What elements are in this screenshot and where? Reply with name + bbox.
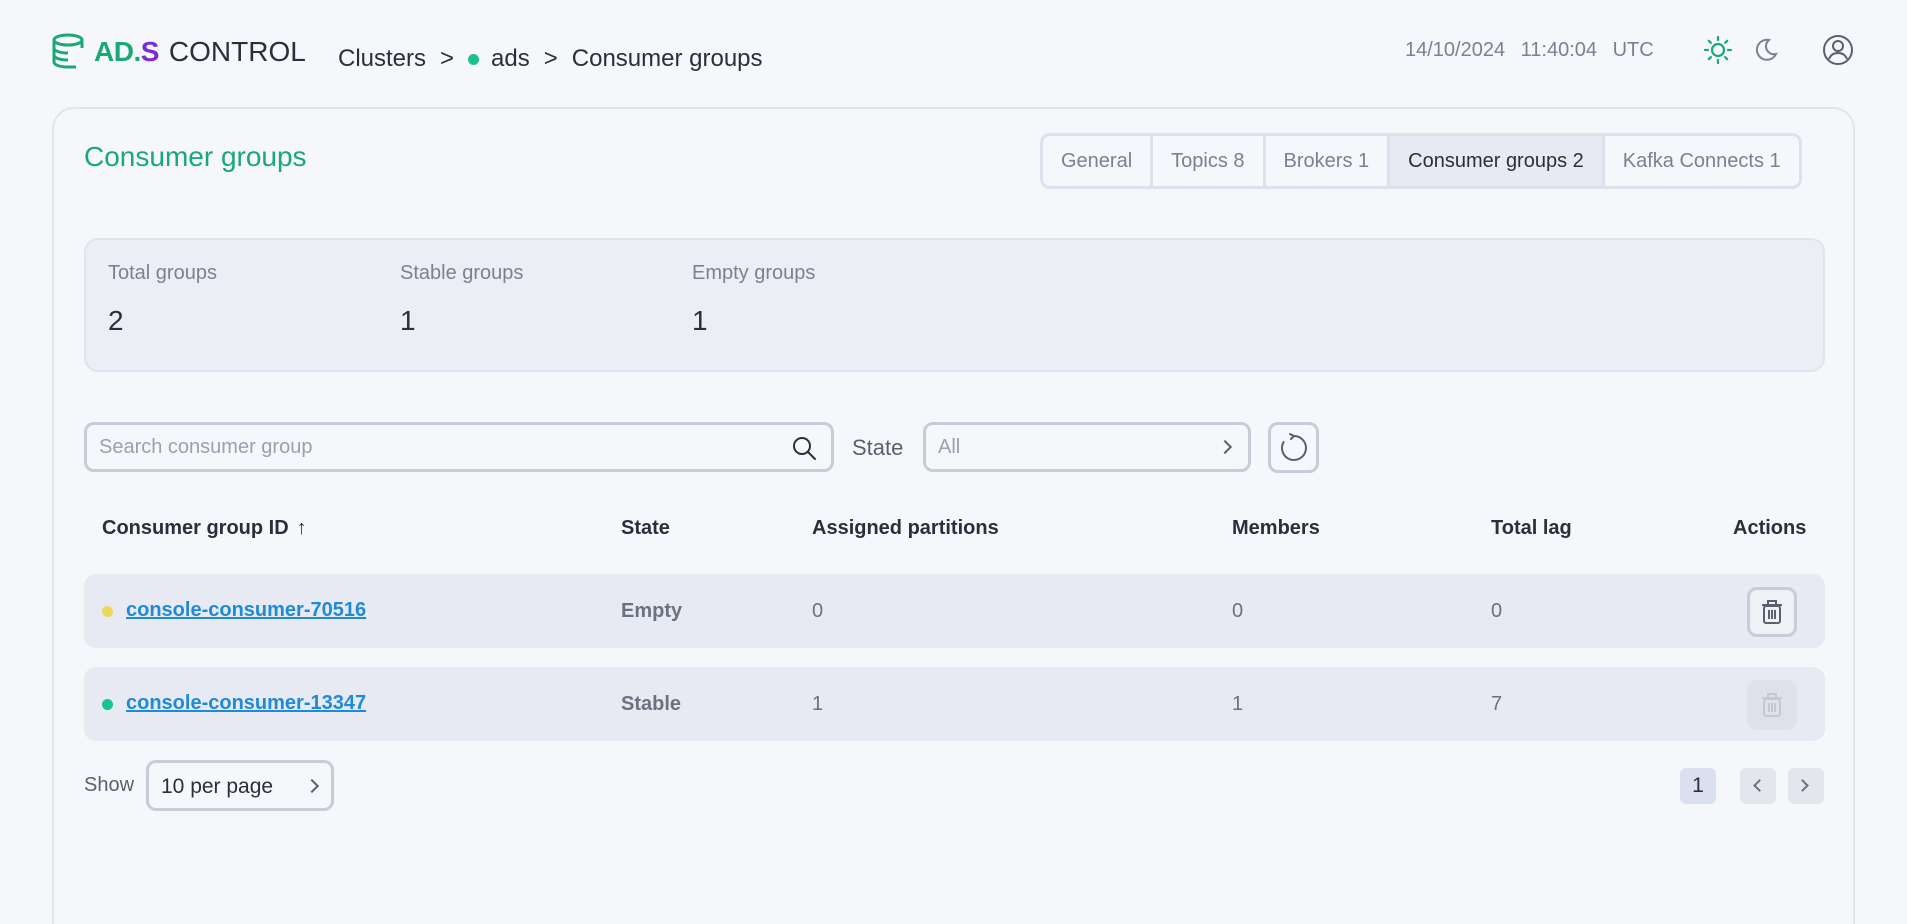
row-total-lag: 0 — [1491, 600, 1503, 622]
tab-brokers[interactable]: Brokers 1 — [1266, 136, 1391, 186]
tab-topics[interactable]: Topics 8 — [1153, 136, 1266, 186]
column-header-assigned-partitions: Assigned partitions — [812, 517, 999, 539]
search-box — [84, 422, 834, 472]
breadcrumb-current: Consumer groups — [571, 45, 763, 72]
delete-button-disabled — [1747, 680, 1797, 730]
pagination-next-button[interactable] — [1788, 768, 1824, 804]
state-filter-select[interactable]: All — [923, 422, 1251, 472]
trash-icon — [1762, 600, 1782, 624]
logo-control: CONTROL — [168, 36, 306, 67]
table-row: console-consumer-13347 Stable 1 1 7 — [84, 667, 1825, 741]
consumer-group-link[interactable]: console-consumer-70516 — [126, 599, 366, 622]
app-header: AD. S CONTROL Clusters > ads > Consumer gr… — [0, 0, 1907, 106]
tab-kafka-connects[interactable]: Kafka Connects 1 — [1605, 136, 1799, 186]
breadcrumb-separator: > — [440, 45, 455, 72]
consumer-group-link[interactable]: console-consumer-13347 — [126, 692, 366, 715]
row-assigned-partitions: 1 — [812, 693, 824, 715]
per-page-value: 10 per page — [161, 775, 274, 798]
main-card: Consumer groups General Topics 8 Brokers… — [52, 107, 1855, 924]
refresh-button[interactable] — [1268, 422, 1319, 473]
show-label: Show — [84, 774, 135, 796]
table-row: console-consumer-70516 Empty 0 0 0 — [84, 574, 1825, 648]
user-icon[interactable] — [1822, 34, 1854, 66]
pagination-page-1[interactable]: 1 — [1680, 768, 1716, 804]
stat-value: 1 — [400, 305, 416, 336]
table-header: Consumer group ID ↑ State Assigned partit… — [84, 509, 1825, 549]
moon-icon[interactable] — [1750, 34, 1782, 66]
search-input[interactable] — [99, 425, 779, 469]
column-header-group-id[interactable]: Consumer group ID ↑ — [102, 517, 307, 540]
stat-value: 2 — [108, 305, 124, 336]
stats-panel: Total groups 2 Stable groups 1 Empty gro… — [84, 238, 1825, 372]
column-header-total-lag: Total lag — [1491, 517, 1572, 539]
logo[interactable]: AD. S CONTROL — [52, 33, 306, 71]
cluster-status-dot — [468, 53, 480, 65]
row-total-lag: 7 — [1491, 693, 1503, 715]
stat-label: Empty groups — [692, 262, 816, 284]
state-filter-label: State — [852, 435, 904, 460]
chevron-right-icon — [1796, 779, 1809, 792]
logo-mark-icon — [52, 33, 84, 69]
trash-icon — [1762, 693, 1782, 717]
column-header-state: State — [621, 517, 670, 539]
status-dot-empty — [102, 606, 113, 617]
date: 14/10/2024 — [1405, 39, 1506, 61]
row-members: 0 — [1232, 600, 1244, 622]
time: 11:40:04 — [1520, 39, 1598, 61]
search-icon[interactable] — [791, 435, 817, 461]
chevron-left-icon — [1753, 779, 1766, 792]
state-filter-value: All — [938, 436, 961, 458]
refresh-icon — [1280, 432, 1307, 461]
stat-empty-groups: Empty groups 1 — [692, 262, 815, 337]
logo-ad: AD. — [94, 36, 141, 67]
sort-arrow-icon[interactable]: ↑ — [297, 517, 307, 540]
stat-label: Total groups — [108, 262, 217, 284]
row-assigned-partitions: 0 — [812, 600, 824, 622]
timezone: UTC — [1612, 39, 1654, 61]
cluster-tabs: General Topics 8 Brokers 1 Consumer grou… — [1040, 133, 1802, 189]
pagination-prev-button[interactable] — [1740, 768, 1776, 804]
breadcrumb-cluster[interactable]: ads — [491, 45, 530, 73]
row-state: Empty — [621, 600, 683, 622]
delete-button[interactable] — [1747, 587, 1797, 637]
per-page-select[interactable]: 10 per page — [146, 760, 334, 811]
stat-label: Stable groups — [400, 262, 524, 284]
status-dot-stable — [102, 699, 113, 710]
column-header-members: Members — [1232, 517, 1320, 539]
stat-total-groups: Total groups 2 — [108, 262, 217, 337]
page-title: Consumer groups — [84, 141, 307, 172]
column-header-actions: Actions — [1733, 517, 1807, 539]
chevron-right-icon — [1217, 439, 1233, 455]
stat-stable-groups: Stable groups 1 — [400, 262, 523, 337]
logo-s: S — [140, 36, 160, 67]
row-members: 1 — [1232, 693, 1244, 715]
stat-value: 1 — [692, 305, 708, 336]
row-state: Stable — [621, 693, 682, 715]
datetime: 14/10/2024 11:40:04 UTC — [1405, 39, 1664, 62]
chevron-right-icon — [304, 778, 320, 794]
breadcrumb: Clusters > ads > Consumer groups — [338, 45, 763, 73]
sun-icon[interactable] — [1702, 34, 1734, 66]
breadcrumb-separator: > — [543, 45, 558, 72]
breadcrumb-clusters[interactable]: Clusters — [338, 45, 426, 73]
tab-consumer-groups[interactable]: Consumer groups 2 — [1390, 136, 1605, 186]
tab-general[interactable]: General — [1043, 136, 1154, 186]
